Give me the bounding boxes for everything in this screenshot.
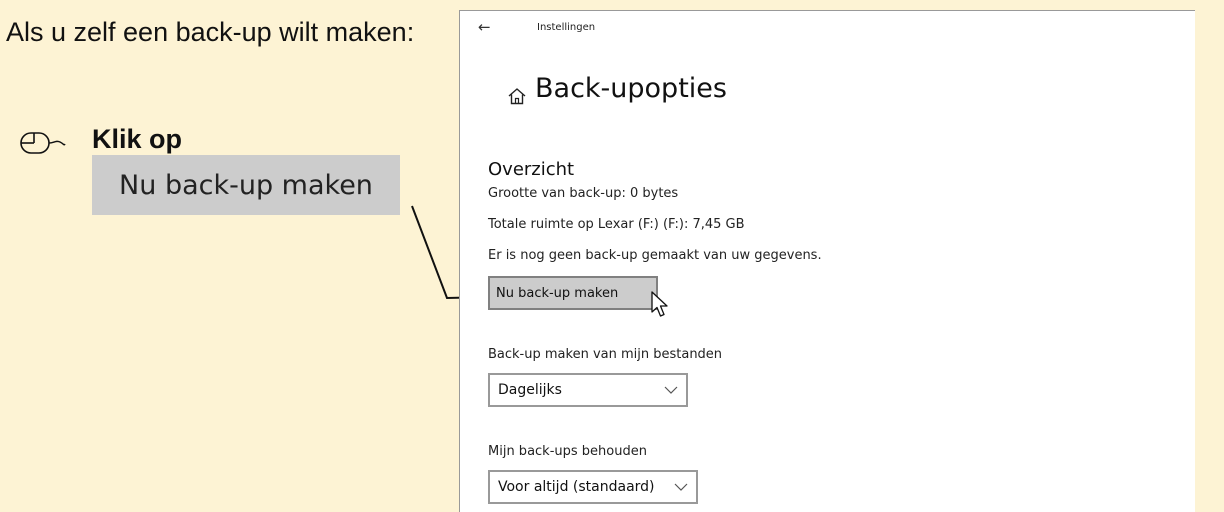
total-space-text: Totale ruimte op Lexar (F:) (F:): 7,45 G… [488,217,745,232]
chevron-down-icon [664,386,678,394]
button-illustration: Nu back-up maken [92,155,400,215]
keep-backups-label: Mijn back-ups behouden [488,444,647,459]
backup-frequency-label: Back-up maken van mijn bestanden [488,347,723,362]
backup-frequency-value: Dagelijks [498,382,562,398]
settings-window: ← Instellingen Back-upopties Overzicht G… [459,10,1195,512]
backup-now-button[interactable]: Nu back-up maken [488,276,658,310]
keep-backups-value: Voor altijd (standaard) [498,479,655,495]
pointer-cursor-icon [651,291,668,317]
step-label: Klik op [92,124,183,154]
backup-frequency-select[interactable]: Dagelijks [488,373,688,407]
back-arrow-icon[interactable]: ← [478,18,491,36]
home-icon [508,88,526,105]
page-title: Back-upopties [535,73,727,104]
mouse-icon [20,132,66,154]
backup-status-text: Er is nog geen back-up gemaakt van uw ge… [488,248,822,263]
chevron-down-icon [674,483,688,491]
window-title: Instellingen [537,22,596,33]
keep-backups-select[interactable]: Voor altijd (standaard) [488,470,698,504]
backup-size-text: Grootte van back-up: 0 bytes [488,186,679,201]
overview-heading: Overzicht [488,159,575,180]
instruction-title: Als u zelf een back-up wilt maken: [6,17,415,47]
